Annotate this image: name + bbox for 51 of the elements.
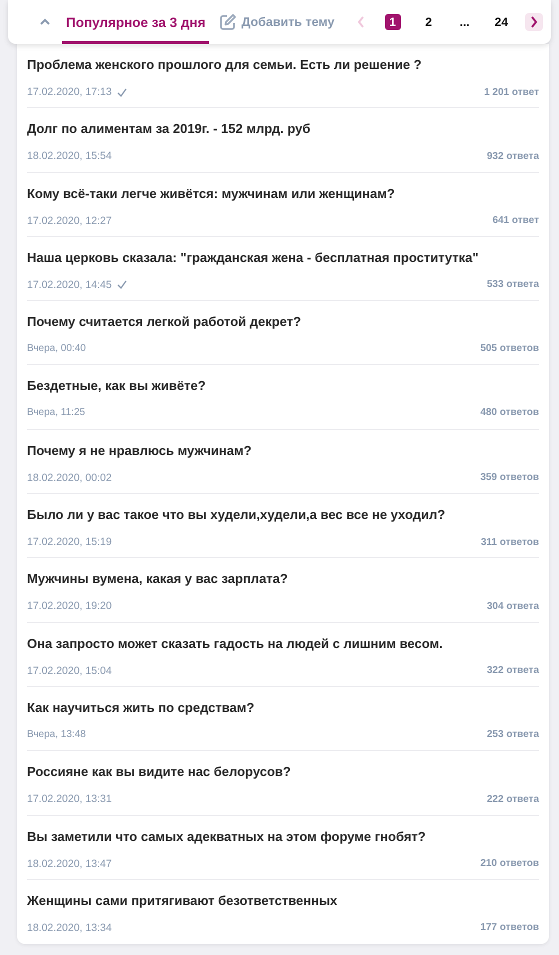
topic-date: 17.02.2020, 19:20	[27, 600, 112, 612]
reply-count: 253 ответа	[486, 728, 539, 740]
page-link[interactable]: ...	[456, 14, 473, 30]
topic-link[interactable]: Бездетные, как вы живёте?	[27, 378, 206, 394]
reply-count: 1 201 ответ	[484, 86, 539, 98]
topic-date: 18.02.2020, 13:34	[27, 922, 112, 934]
chevron-right-icon	[530, 16, 538, 28]
reply-count: 311 ответов	[480, 536, 539, 548]
topic-date: Вчера, 11:25	[27, 407, 86, 418]
topic-link[interactable]: Россияне как вы видите нас белорусов?	[27, 764, 291, 780]
topic-date: 17.02.2020, 14:45	[27, 278, 112, 291]
reply-count: 304 ответа	[486, 600, 539, 612]
topic-link[interactable]: Почему я не нравлюсь мужчинам?	[27, 442, 252, 458]
page-link[interactable]: 1	[384, 14, 401, 30]
reply-count: 210 ответов	[480, 858, 539, 870]
topic-link[interactable]: Наша церковь сказала: "гражданская жена - бесплатная проститутка"	[27, 250, 479, 265]
topic-date: 18.02.2020, 13:47	[27, 858, 112, 870]
topic-date: 17.02.2020, 17:13	[27, 86, 112, 98]
topic-date: 17.02.2020, 13:31	[27, 793, 112, 806]
reply-count: 533 ответа	[486, 279, 539, 290]
topic-link[interactable]: Было ли у вас такое что вы худели,худели,а вес все не уходил?	[27, 507, 446, 522]
topic-date: 18.02.2020, 15:54	[27, 150, 112, 162]
reply-count: 322 ответа	[486, 665, 539, 676]
topic-link[interactable]: Как научиться жить по средствам?	[27, 700, 254, 715]
topic-date: 17.02.2020, 12:27	[27, 214, 112, 227]
reply-count: 641 ответ	[492, 215, 539, 226]
topic-date: 18.02.2020, 00:02	[27, 472, 112, 484]
page-link[interactable]: 2	[420, 14, 437, 30]
topic-link[interactable]: Мужчины вумена, какая у вас зарплата?	[27, 571, 288, 586]
topic-link[interactable]: Женщины сами притягивают безответственных	[27, 892, 338, 908]
chevron-left-icon	[356, 16, 365, 28]
page-link[interactable]: 24	[492, 14, 510, 30]
next-page-button[interactable]	[525, 13, 543, 31]
topic-link[interactable]: Кому всё-таки легче живётся: мужчинам или женщинам?	[27, 186, 395, 201]
edit-icon	[219, 13, 238, 31]
reply-count: 222 ответа	[486, 794, 539, 805]
topic-link[interactable]: Проблема женского прошлого для семьи. Есть ли решение ?	[27, 57, 422, 72]
topic-date: Вчера, 13:48	[27, 728, 86, 740]
reply-count: 359 ответов	[480, 472, 539, 484]
topic-link[interactable]: Почему считается легкой работой декрет?	[27, 314, 302, 330]
topic-link[interactable]: Долг по алиментам за 2019г. - 152 млрд. руб	[27, 121, 310, 136]
reply-count: 932 ответа	[486, 150, 539, 162]
topic-date: 17.02.2020, 15:19	[27, 536, 112, 548]
reply-count: 177 ответов	[480, 922, 539, 934]
topic-link[interactable]: Вы заметили что самых адекватных на этом форуме гнобят?	[27, 828, 426, 844]
reply-count: 480 ответов	[480, 407, 539, 418]
chevron-icon	[39, 18, 51, 26]
topic-date: Вчера, 00:40	[27, 343, 86, 354]
topic-date: 17.02.2020, 15:04	[27, 664, 112, 677]
topic-link[interactable]: Она запросто может сказать гадость на людей с лишним весом.	[27, 636, 443, 651]
reply-count: 505 ответов	[480, 343, 539, 354]
